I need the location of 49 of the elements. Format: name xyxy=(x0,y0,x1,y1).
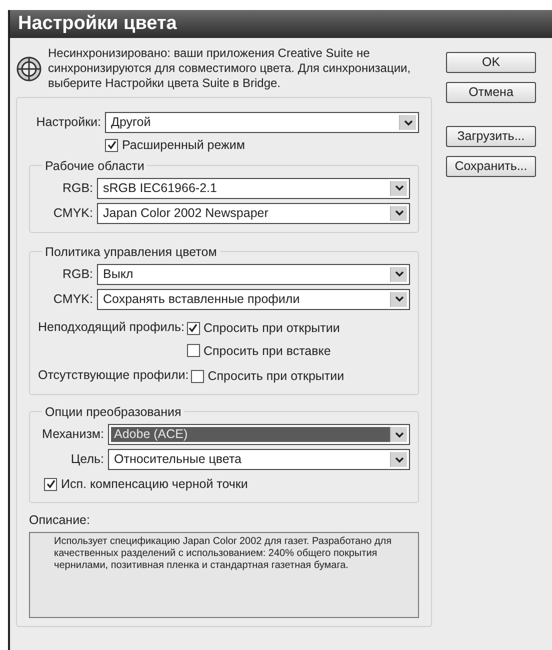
window-title: Настройки цвета xyxy=(18,12,177,36)
field-label: Механизм: xyxy=(41,426,104,444)
dropdown-value: Относительные цвета xyxy=(113,452,243,467)
chevron-down-icon xyxy=(390,206,407,221)
dialog-button[interactable]: Загрузить... xyxy=(446,126,536,147)
checkbox-label: Спросить при открытии xyxy=(204,320,340,337)
dropdown-value: Japan Color 2002 Newspaper xyxy=(102,206,270,221)
dropdown-value: Другой xyxy=(110,115,152,130)
checkbox-label: Исп. компенсацию черной точки xyxy=(61,476,248,493)
checkbox-label: Расширенный режим xyxy=(122,137,245,154)
dropdown[interactable]: Adobe (ACE) xyxy=(108,424,410,445)
chevron-down-icon xyxy=(390,292,407,307)
checkbox[interactable] xyxy=(44,478,57,491)
checkbox-label: Спросить при открытии xyxy=(208,368,344,386)
checkbox[interactable] xyxy=(186,344,200,358)
checkbox[interactable] xyxy=(190,370,204,384)
description-label: Описание: xyxy=(29,512,91,529)
chevron-down-icon xyxy=(390,180,407,196)
dialog-button[interactable]: Сохранить... xyxy=(446,156,536,177)
description-text: Использует спецификацию Japan Color 2002 для газет. Разработано для качественных разделений с использованием: 240% общего покрытия чернилами, позитивная пленка и стандартная газетная бумага. xyxy=(54,536,393,572)
sync-notice: Несинхронизировано: ваши приложения Creative Suite не синхронизируются для совместимого цвета. Для синхронизации, выберите Настройки цвета Suite в Bridge. xyxy=(48,46,412,91)
dropdown[interactable]: sRGB IEC61966-2.1 xyxy=(97,178,410,199)
field-label: Цель: xyxy=(70,451,104,468)
dialog-button[interactable]: Отмена xyxy=(446,82,536,103)
dropdown-value: Сохранять вставленные профили xyxy=(102,292,301,307)
dropdown[interactable]: Другой xyxy=(105,112,419,133)
dialog-button[interactable]: OK xyxy=(446,52,536,73)
color-target-icon xyxy=(16,56,42,82)
dropdown[interactable]: Japan Color 2002 Newspaper xyxy=(97,202,410,224)
field-label: RGB: xyxy=(61,266,93,283)
dropdown[interactable]: Относительные цвета xyxy=(108,449,410,470)
checkbox[interactable] xyxy=(105,138,118,152)
dropdown[interactable]: Выкл xyxy=(97,264,410,285)
chevron-down-icon xyxy=(390,427,407,442)
field-label: Неподходящий профиль: xyxy=(38,318,185,336)
dropdown-value: Выкл xyxy=(102,266,134,282)
field-label: CMYK: xyxy=(52,204,93,222)
dropdown-value: Adobe (ACE) xyxy=(111,427,390,442)
checkbox-label: Спросить при вставке xyxy=(204,342,331,360)
dropdown[interactable]: Сохранять вставленные профили xyxy=(97,288,410,310)
field-label: CMYK: xyxy=(52,290,93,308)
field-label: RGB: xyxy=(61,180,93,197)
chevron-down-icon xyxy=(390,452,407,467)
chevron-down-icon xyxy=(399,115,416,130)
chevron-down-icon xyxy=(390,266,407,282)
field-label: Настройки: xyxy=(35,114,101,132)
field-label: Отсутствующие профили: xyxy=(38,367,189,384)
dropdown-value: sRGB IEC61966-2.1 xyxy=(102,180,218,196)
checkbox[interactable] xyxy=(186,322,200,335)
